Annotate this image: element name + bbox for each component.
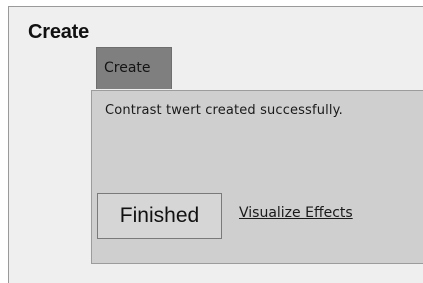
finished-button[interactable]: Finished xyxy=(97,193,222,239)
page-title: Create xyxy=(28,21,90,43)
dialog-tab-label: Create xyxy=(104,60,151,76)
success-message: Contrast twert created successfully. xyxy=(105,103,343,118)
visualize-effects-link[interactable]: Visualize Effects xyxy=(239,205,353,221)
dialog-tab-create: Create xyxy=(96,47,172,89)
